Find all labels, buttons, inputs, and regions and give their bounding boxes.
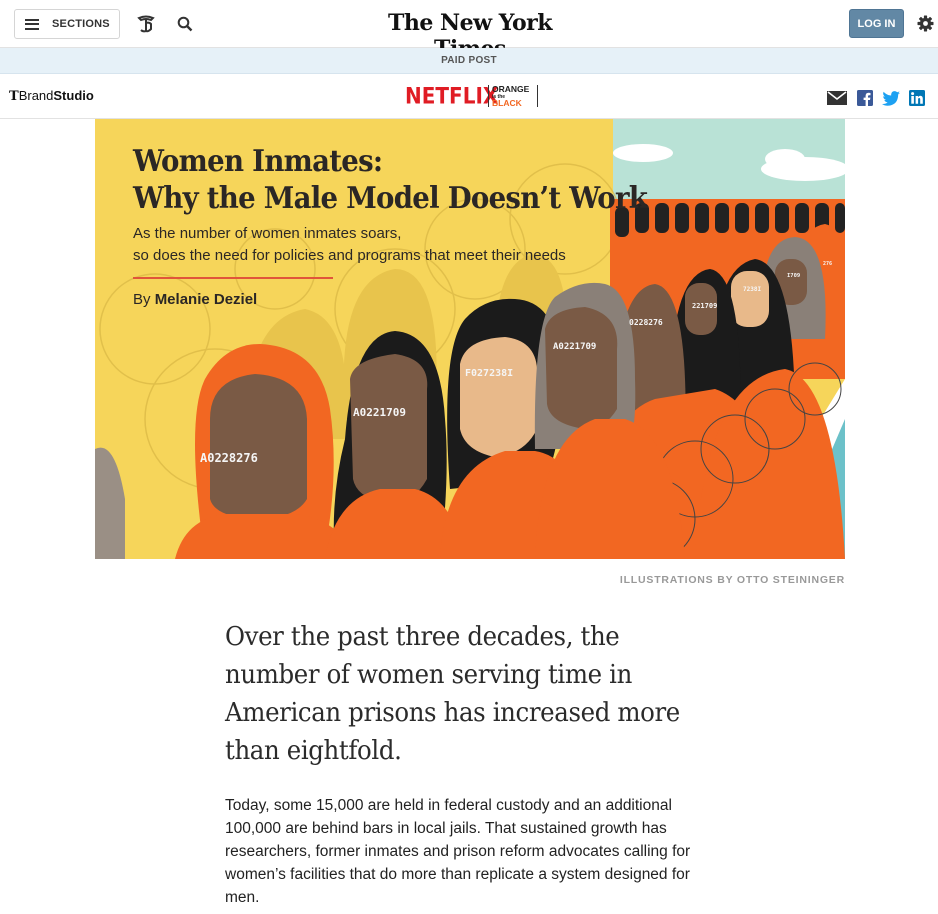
- article-paragraph: Today, some 15,000 are held in federal c…: [225, 797, 691, 906]
- inmate-id-label: 221709: [692, 302, 717, 310]
- brand-bar: TBrandStudio NETFLIX ORANGE is the BLACK: [0, 75, 938, 119]
- search-icon[interactable]: [177, 16, 193, 32]
- orange-is-the-new-black-logo[interactable]: ORANGE is the BLACK: [488, 84, 538, 107]
- netflix-logo[interactable]: NETFLIX: [405, 83, 498, 109]
- inmate-id-label: 7238I: [743, 286, 761, 293]
- paid-post-banner: PAID POST: [0, 48, 938, 74]
- mail-icon[interactable]: [827, 91, 847, 105]
- article-lede: Over the past three decades, the number …: [225, 622, 680, 766]
- linkedin-icon[interactable]: [909, 90, 925, 106]
- hero-title: Women Inmates: Why the Male Model Doesn’…: [133, 144, 648, 216]
- sections-label: SECTIONS: [52, 18, 110, 30]
- hero-divider: [133, 277, 333, 279]
- sections-button[interactable]: SECTIONS: [14, 9, 120, 39]
- inmate-id-label: A0221709: [353, 406, 406, 419]
- inmate-id-label: 0228276: [629, 318, 663, 327]
- inmate-id-label: A0228276: [200, 451, 258, 465]
- twitter-icon[interactable]: [882, 91, 900, 106]
- facebook-icon[interactable]: [857, 90, 873, 106]
- inmate-id-label: A0221709: [553, 342, 596, 352]
- byline: By Melanie Deziel: [133, 291, 258, 308]
- inmate-id-label: F027238I: [465, 368, 513, 379]
- masthead: SECTIONS The New York Times LOG IN: [0, 0, 938, 62]
- inmate-id-label: I709: [787, 273, 800, 279]
- t-logo-icon[interactable]: [137, 14, 155, 34]
- hamburger-icon: [25, 18, 39, 30]
- inmate-id-label: 276: [823, 261, 832, 267]
- illustration-credit: ILLUSTRATIONS BY OTTO STEININGER: [619, 574, 845, 586]
- byline-author: Melanie Deziel: [154, 291, 258, 308]
- hero-subtitle: As the number of women inmates soars, so…: [133, 225, 566, 264]
- gear-icon[interactable]: [917, 15, 934, 32]
- login-button[interactable]: LOG IN: [849, 9, 904, 38]
- hero-illustration: A0228276 A0221709 F027238I A0221709 0228…: [95, 119, 845, 559]
- tbrandstudio-logo[interactable]: TBrandStudio: [9, 88, 94, 104]
- paid-post-label: PAID POST: [441, 55, 497, 66]
